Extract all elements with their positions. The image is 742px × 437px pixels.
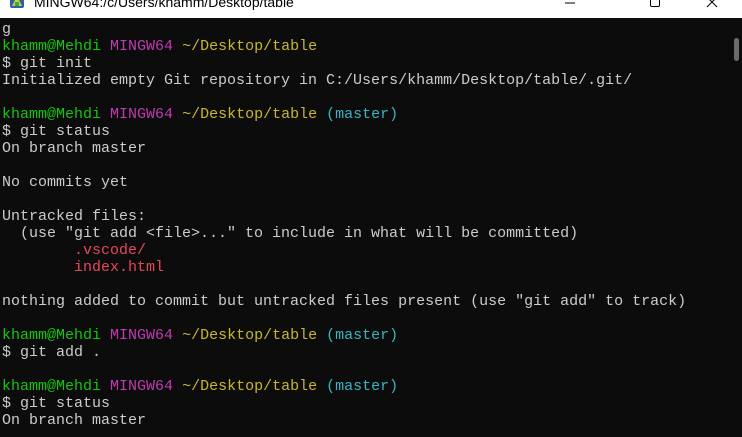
terminal-line-command: $ git status [2,395,722,412]
command-text: git init [20,55,93,72]
close-button[interactable] [689,0,735,18]
mingw-icon[interactable] [10,0,24,8]
window-title: MINGW64:/c/Users/khamm/Desktop/table [34,0,294,10]
untracked-file-name: index.html [74,259,165,276]
prompt-cwd: ~/Desktop/table [182,378,318,395]
prompt-user-host: khamm@Mehdi [2,106,102,123]
terminal-line-command: $ git add . [2,344,722,361]
terminal-line-prompt: khamm@Mehdi MINGW64 ~/Desktop/table (mas… [2,327,722,344]
title-bar[interactable]: MINGW64:/c/Users/khamm/Desktop/table [0,0,742,18]
prompt-symbol: $ [2,344,12,361]
output-text: Untracked files: [2,208,147,225]
prompt-symbol: $ [2,123,12,140]
prompt-cwd: ~/Desktop/table [182,327,318,344]
prompt-shell: MINGW64 [110,38,174,55]
terminal-output[interactable]: g khamm@Mehdi MINGW64 ~/Desktop/table $ gi… [0,18,742,437]
output-text: On branch master [2,140,147,157]
output-text: Initialized empty Git repository in C:/U… [2,72,633,89]
terminal-line-prompt: khamm@Mehdi MINGW64 ~/Desktop/table (mas… [2,106,722,123]
prompt-branch: (master) [326,106,399,123]
scrollbar-thumb[interactable] [734,38,739,61]
minimize-button[interactable] [547,0,593,18]
prompt-cwd: ~/Desktop/table [182,38,318,55]
terminal-line-command: $ git init [2,55,722,72]
prompt-user-host: khamm@Mehdi [2,38,102,55]
terminal-line-output: Untracked files: [2,208,722,225]
scrollbar[interactable] [728,18,742,437]
prompt-symbol: $ [2,395,12,412]
output-text: (use "git add <file>..." to include in w… [20,225,579,242]
untracked-file-name: .vscode/ [74,242,147,259]
minimize-icon [565,2,575,4]
output-text: On branch master [2,412,147,429]
terminal-line-output: Initialized empty Git repository in C:/U… [2,72,722,89]
prompt-shell: MINGW64 [110,378,174,395]
terminal-line-output: g [2,21,722,38]
terminal-window: MINGW64:/c/Users/khamm/Desktop/table g kh… [0,0,742,437]
terminal-line-untracked-file: index.html [2,259,722,276]
maximize-icon [650,0,660,7]
command-text: git status [20,123,111,140]
prompt-symbol: $ [2,55,12,72]
command-text: git status [20,395,111,412]
output-text: No commits yet [2,174,129,191]
command-text: git add . [20,344,102,361]
terminal-line-prompt: khamm@Mehdi MINGW64 ~/Desktop/table [2,38,722,55]
terminal-lines: g khamm@Mehdi MINGW64 ~/Desktop/table $ gi… [0,18,722,429]
terminal-line-output: nothing added to commit but untracked fi… [2,293,722,310]
output-text: g [2,21,12,38]
prompt-user-host: khamm@Mehdi [2,327,102,344]
maximize-button[interactable] [632,0,678,18]
prompt-cwd: ~/Desktop/table [182,106,318,123]
output-text: nothing added to commit but untracked fi… [2,293,687,310]
terminal-line-prompt: khamm@Mehdi MINGW64 ~/Desktop/table (mas… [2,378,722,395]
terminal-line-untracked-file: .vscode/ [2,242,722,259]
terminal-line-command: $ git status [2,123,722,140]
prompt-shell: MINGW64 [110,327,174,344]
terminal-line-output: On branch master [2,140,722,157]
prompt-shell: MINGW64 [110,106,174,123]
terminal-line-output: No commits yet [2,174,722,191]
terminal-line-hint: (use "git add <file>..." to include in w… [2,225,722,242]
prompt-user-host: khamm@Mehdi [2,378,102,395]
prompt-branch: (master) [326,327,399,344]
prompt-branch: (master) [326,378,399,395]
terminal-line-output: On branch master [2,412,722,429]
close-icon [706,0,718,8]
